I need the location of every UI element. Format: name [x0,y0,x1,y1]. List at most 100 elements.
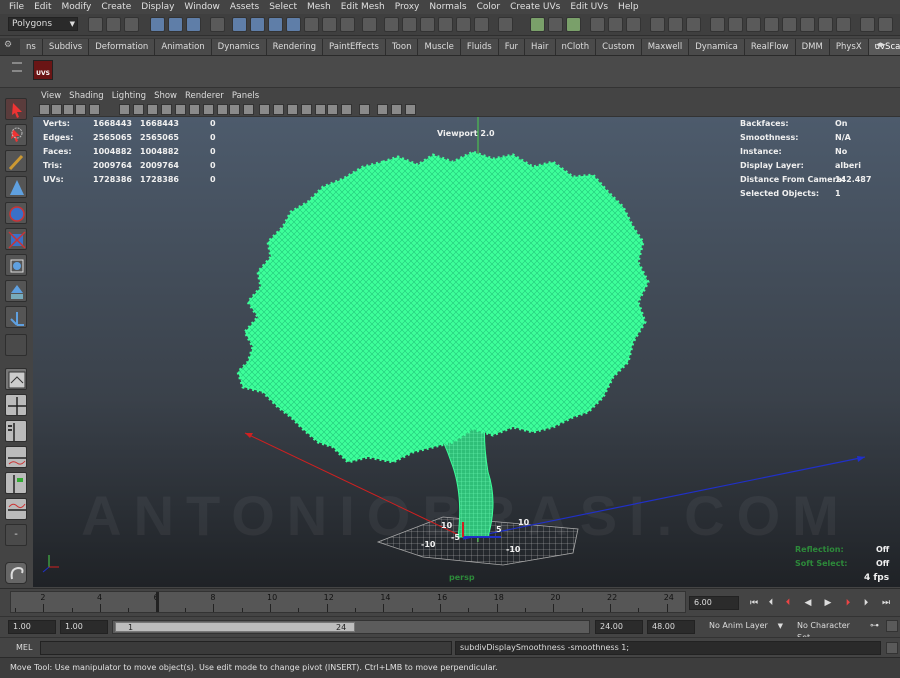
layout-more-icon[interactable]: - [5,524,27,546]
snap-point-icon[interactable] [420,17,435,32]
script-editor-icon[interactable] [728,17,743,32]
layout-2-icon[interactable] [668,17,683,32]
menu-mesh[interactable]: Mesh [302,2,336,12]
menu-normals[interactable]: Normals [424,2,471,12]
new-scene-icon[interactable] [88,17,103,32]
history-icon[interactable] [498,17,513,32]
motion-blur-icon[interactable] [203,104,214,115]
range-slider-handle[interactable]: 1 24 [115,622,355,632]
snap-curve-icon[interactable] [402,17,417,32]
select-hierarchy-icon[interactable] [150,17,165,32]
show-manipulator-icon[interactable] [5,306,27,328]
toggle-panel-2-icon[interactable] [878,17,893,32]
playback-start-field[interactable]: 1.00 [60,620,108,634]
snap-plane-icon[interactable] [438,17,453,32]
go-to-start-icon[interactable]: ⏮ [746,596,762,610]
grid-toggle-icon[interactable] [315,104,326,115]
save-scene-icon[interactable] [124,17,139,32]
shelf-tab-dmm[interactable]: DMM [795,39,830,55]
panel-menu-view[interactable]: View [37,91,65,101]
help-icon[interactable] [362,17,377,32]
anim-layer-dropdown[interactable]: No Anim Layer ▼ [705,620,785,634]
shelf-tab-ns[interactable]: ns [20,39,43,55]
menu-create[interactable]: Create [96,2,136,12]
time-ruler[interactable]: 24681012141618202224 [10,591,686,613]
aa-icon[interactable] [217,104,228,115]
panel-menu-shading[interactable]: Shading [65,91,108,101]
toggle-panel-1-icon[interactable] [860,17,875,32]
shelf-tab-muscle[interactable]: Muscle [418,39,461,55]
wireframe-icon[interactable] [119,104,130,115]
menu-edit-uvs[interactable]: Edit UVs [565,2,613,12]
layout-persp-graph-icon[interactable] [5,446,27,468]
shelf-tab-ncloth[interactable]: nCloth [555,39,597,55]
pick-mask-4-icon[interactable] [286,17,301,32]
select-object-icon[interactable] [168,17,183,32]
menu-modify[interactable]: Modify [57,2,97,12]
shelf-scroll-arrows[interactable]: ◂▸ [876,40,885,50]
gate-icon[interactable] [287,104,298,115]
shelf-tab-deformation[interactable]: Deformation [89,39,156,55]
xray-joints-icon[interactable] [259,104,270,115]
mode-selector[interactable]: Polygons ▼ [8,17,78,31]
ao-icon[interactable] [189,104,200,115]
go-to-end-icon[interactable]: ⏭ [878,596,894,610]
shelf-tab-rendering[interactable]: Rendering [266,39,323,55]
camera-attr-icon[interactable] [39,104,50,115]
shelf-tab-fur[interactable]: Fur [498,39,526,55]
magnet-icon[interactable] [474,17,489,32]
pick-mask-icon[interactable] [232,17,247,32]
shelf-tab-custom[interactable]: Custom [596,39,642,55]
uv-editor-icon[interactable] [818,17,833,32]
menu-edit[interactable]: Edit [29,2,56,12]
snap-grid-icon[interactable] [210,17,225,32]
shelf-tab-subdivs[interactable]: Subdivs [42,39,90,55]
layout-1-icon[interactable] [650,17,665,32]
current-time-field[interactable]: 6.00 [689,596,739,610]
menu-assets[interactable]: Assets [225,2,264,12]
xray-icon[interactable] [243,104,254,115]
menu-window[interactable]: Window [179,2,225,12]
animation-start-field[interactable]: 1.00 [8,620,56,634]
playback-end-field[interactable]: 24.00 [595,620,643,634]
render-icon[interactable] [530,17,545,32]
menu-color[interactable]: Color [472,2,506,12]
current-time-marker[interactable] [155,592,159,612]
anim-prefs-icon[interactable] [886,620,898,632]
character-set-dropdown[interactable]: No Character Set [793,620,865,642]
select-camera-icon[interactable] [377,104,388,115]
panel-menu-renderer[interactable]: Renderer [181,91,228,101]
film-gate-icon[interactable] [301,104,312,115]
shelf-options-icon[interactable] [12,62,22,72]
lights-icon[interactable] [161,104,172,115]
shelf-tab-dynamics[interactable]: Dynamics [211,39,267,55]
menu-help[interactable]: Help [613,2,644,12]
step-back-frame-icon[interactable]: ⏴ [763,596,779,610]
grease-pencil-icon[interactable] [89,104,100,115]
menu-select[interactable]: Select [264,2,302,12]
key-icon[interactable]: ⊶ [870,621,879,631]
layout-graph-icon[interactable] [5,498,27,520]
command-language-label[interactable]: MEL [16,643,32,652]
play-forward-icon[interactable]: ▶ [820,596,836,610]
step-forward-key-icon[interactable]: ⏵ [840,596,856,610]
shelf-tab-painteffects[interactable]: PaintEffects [323,39,386,55]
layout-persp-outliner-icon[interactable] [5,420,27,442]
textured-icon[interactable] [147,104,158,115]
menu-create-uvs[interactable]: Create UVs [505,2,565,12]
panel-menu-panels[interactable]: Panels [228,91,263,101]
universal-manipulator-icon[interactable] [5,254,27,276]
isolate-select-icon[interactable] [229,104,240,115]
attribute-editor-icon[interactable] [590,17,605,32]
script-editor-button-icon[interactable] [886,642,898,654]
shadows-icon[interactable] [175,104,186,115]
panel-menu-show[interactable]: Show [150,91,181,101]
menu-display[interactable]: Display [136,2,179,12]
xray-active-icon[interactable] [273,104,284,115]
layout-single-icon[interactable] [5,368,27,390]
script-icon[interactable] [5,562,27,584]
panel-menu-lighting[interactable]: Lighting [108,91,150,101]
shelf-tab-fluids[interactable]: Fluids [460,39,499,55]
command-input[interactable] [40,641,452,655]
lighting-icon[interactable] [327,104,338,115]
